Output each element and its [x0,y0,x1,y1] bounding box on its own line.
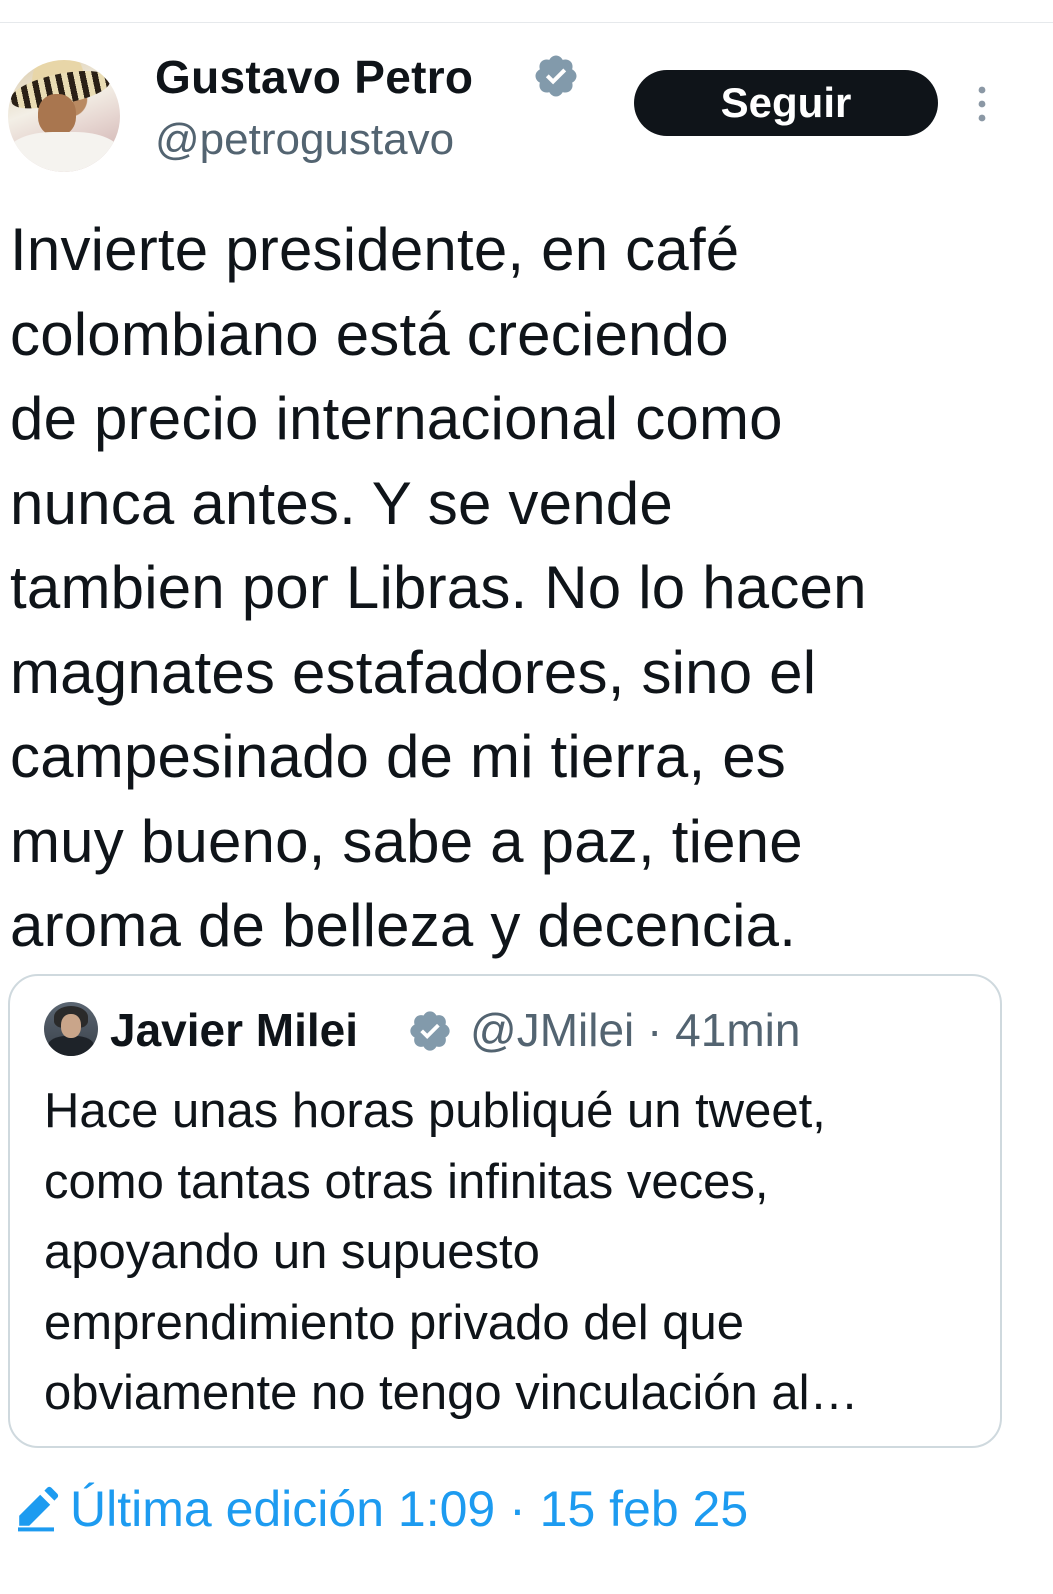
quoted-author-display-name: Javier Milei [110,1004,359,1056]
edit-history-link[interactable]: Última edición 1:09 · 15 feb 25 [12,1478,748,1540]
quoted-tweet-text: Hace unas horas publiqué un tweet, como … [44,1084,859,1420]
quoted-author-handle: @JMilei [470,1004,635,1056]
verified-badge-icon [535,55,577,97]
meta-separator: · [647,1004,663,1056]
verified-badge-icon [410,1011,450,1051]
author-avatar[interactable] [8,60,120,172]
top-divider [0,22,1053,23]
edit-info-text[interactable]: Última edición 1:09 · 15 feb 25 [70,1480,748,1538]
quoted-tweet-time: 41min [675,1004,801,1056]
more-vertical-icon[interactable] [972,84,992,124]
quoted-tweet-card[interactable]: Javier Milei @JMilei · 41min Hace unas h… [8,974,1002,1448]
quoted-author-avatar [44,1002,98,1056]
pencil-edit-icon [18,1486,59,1532]
quoted-tweet-meta: @JMilei · 41min [470,1000,800,1060]
follow-button[interactable]: Seguir [634,70,938,136]
author-handle[interactable]: @petrogustavo [155,112,454,168]
tweet-text: Invierte presidente, en café colombiano … [10,216,867,959]
author-display-name[interactable]: Gustavo Petro [155,48,473,106]
